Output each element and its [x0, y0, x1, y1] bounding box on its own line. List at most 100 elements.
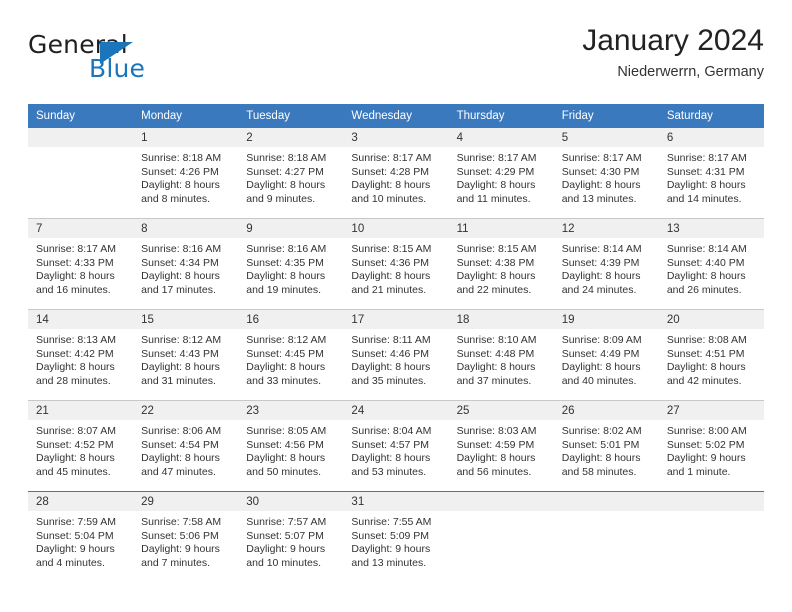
- sunset-text: Sunset: 4:39 PM: [561, 256, 640, 269]
- calendar-day-cell[interactable]: 31 Sunrise: 7:55 AM Sunset: 5:09 PM Dayligh…: [343, 492, 449, 582]
- calendar-day-cell[interactable]: 19 Sunrise: 8:09 AM Sunset: 4:49 PM Dayligh…: [553, 310, 659, 400]
- day-number: 10: [343, 219, 449, 238]
- calendar-day-cell[interactable]: 6 Sunrise: 8:17 AM Sunset: 4:31 PM Daylight…: [658, 128, 764, 218]
- daylight-text-line2: and 35 minutes.: [351, 374, 427, 387]
- calendar-header-row: Sunday Monday Tuesday Wednesday Thursday Frid…: [28, 104, 764, 128]
- calendar-day-cell[interactable]: 5 Sunrise: 8:17 AM Sunset: 4:30 PM Daylight…: [553, 128, 659, 218]
- calendar-day-cell[interactable]: 9 Sunrise: 8:16 AM Sunset: 4:35 PM Daylight…: [238, 219, 344, 309]
- day-details: Sunrise: 8:17 AM Sunset: 4:28 PM Daylight:…: [343, 147, 448, 206]
- day-details: Sunrise: 8:13 AM Sunset: 4:42 PM Daylight:…: [28, 329, 133, 388]
- sunrise-text: Sunrise: 7:55 AM: [351, 516, 432, 528]
- calendar-day-cell[interactable]: 29 Sunrise: 7:58 AM Sunset: 5:06 PM Dayligh…: [133, 492, 239, 582]
- daylight-text-line2: and 17 minutes.: [141, 283, 216, 296]
- sunset-text: Sunset: 4:34 PM: [141, 256, 219, 269]
- calendar-day-cell[interactable]: 8 Sunrise: 8:16 AM Sunset: 4:34 PM Daylight…: [133, 219, 239, 309]
- daylight-text-line2: and 26 minutes.: [666, 283, 742, 296]
- calendar-day-cell[interactable]: 1 Sunrise: 8:18 AM Sunset: 4:26 PM Daylight…: [133, 128, 239, 218]
- daylight-text-line1: Daylight: 8 hours: [246, 361, 326, 373]
- calendar-day-cell[interactable]: 13 Sunrise: 8:14 AM Sunset: 4:40 PM Dayligh…: [658, 219, 764, 309]
- daylight-text-line2: and 8 minutes.: [141, 192, 211, 205]
- calendar-day-cell[interactable]: 24 Sunrise: 8:04 AM Sunset: 4:57 PM Dayligh…: [343, 401, 449, 491]
- day-details: Sunrise: 8:12 AM Sunset: 4:45 PM Daylight:…: [238, 329, 343, 388]
- calendar-day-cell[interactable]: 14 Sunrise: 8:13 AM Sunset: 4:42 PM Dayligh…: [28, 310, 134, 400]
- daylight-text-line2: and 56 minutes.: [456, 465, 532, 478]
- calendar-day-cell[interactable]: 21 Sunrise: 8:07 AM Sunset: 4:52 PM Dayligh…: [28, 401, 134, 491]
- daylight-text-line1: Daylight: 8 hours: [456, 270, 536, 282]
- daylight-text-line1: Daylight: 8 hours: [351, 361, 431, 373]
- calendar-day-cell-empty: [28, 128, 134, 218]
- day-details: Sunrise: 8:17 AM Sunset: 4:31 PM Daylight:…: [659, 147, 764, 206]
- calendar-day-cell[interactable]: 22 Sunrise: 8:06 AM Sunset: 4:54 PM Dayligh…: [133, 401, 239, 491]
- weekday-header-wednesday: Wednesday: [343, 104, 449, 128]
- page-title: January 2024: [582, 24, 764, 57]
- sunset-text: Sunset: 5:04 PM: [36, 529, 114, 542]
- daylight-text-line1: Daylight: 8 hours: [141, 179, 220, 191]
- sunset-text: Sunset: 4:45 PM: [246, 347, 324, 360]
- daylight-text-line2: and 19 minutes.: [246, 283, 321, 296]
- day-details: Sunrise: 8:15 AM Sunset: 4:36 PM Daylight:…: [343, 238, 448, 297]
- daylight-text-line1: Daylight: 8 hours: [456, 179, 536, 191]
- day-number: 16: [238, 310, 344, 329]
- calendar-day-cell[interactable]: 2 Sunrise: 8:18 AM Sunset: 4:27 PM Daylight…: [238, 128, 344, 218]
- sunrise-text: Sunrise: 8:15 AM: [351, 243, 432, 255]
- calendar-day-cell[interactable]: 4 Sunrise: 8:17 AM Sunset: 4:29 PM Daylight…: [448, 128, 554, 218]
- sunrise-text: Sunrise: 8:14 AM: [666, 243, 747, 255]
- calendar-day-cell[interactable]: 3 Sunrise: 8:17 AM Sunset: 4:28 PM Daylight…: [343, 128, 449, 218]
- sunrise-text: Sunrise: 8:17 AM: [666, 152, 747, 164]
- sunset-text: Sunset: 4:52 PM: [36, 438, 114, 451]
- daylight-text-line1: Daylight: 9 hours: [666, 452, 746, 464]
- calendar-day-cell[interactable]: 30 Sunrise: 7:57 AM Sunset: 5:07 PM Dayligh…: [238, 492, 344, 582]
- page-header: General Blue January 2024 Niederwerrn, G…: [28, 22, 764, 94]
- day-details: Sunrise: 8:17 AM Sunset: 4:33 PM Daylight:…: [28, 238, 133, 297]
- calendar-day-cell-empty: [658, 492, 764, 582]
- calendar-day-cell[interactable]: 26 Sunrise: 8:02 AM Sunset: 5:01 PM Dayligh…: [553, 401, 659, 491]
- daylight-text-line2: and 4 minutes.: [36, 556, 105, 569]
- day-number: 23: [238, 401, 344, 420]
- calendar-day-cell[interactable]: 12 Sunrise: 8:14 AM Sunset: 4:39 PM Dayligh…: [553, 219, 659, 309]
- day-number: 3: [343, 128, 449, 147]
- calendar-day-cell[interactable]: 28 Sunrise: 7:59 AM Sunset: 5:04 PM Dayligh…: [28, 492, 134, 582]
- day-details: Sunrise: 8:04 AM Sunset: 4:57 PM Daylight:…: [343, 420, 448, 479]
- day-details: Sunrise: 8:00 AM Sunset: 5:02 PM Daylight:…: [659, 420, 764, 479]
- sunset-text: Sunset: 4:40 PM: [666, 256, 745, 269]
- weekday-header-tuesday: Tuesday: [238, 104, 344, 128]
- daylight-text-line1: Daylight: 8 hours: [351, 270, 431, 282]
- calendar-day-cell[interactable]: 27 Sunrise: 8:00 AM Sunset: 5:02 PM Dayligh…: [658, 401, 764, 491]
- day-details: Sunrise: 8:06 AM Sunset: 4:54 PM Daylight:…: [133, 420, 238, 479]
- day-number: [658, 492, 764, 511]
- day-number: 30: [238, 492, 344, 511]
- daylight-text-line2: and 58 minutes.: [561, 465, 637, 478]
- sunrise-text: Sunrise: 8:16 AM: [141, 243, 222, 255]
- calendar-day-cell[interactable]: 15 Sunrise: 8:12 AM Sunset: 4:43 PM Dayligh…: [133, 310, 239, 400]
- sunset-text: Sunset: 4:54 PM: [141, 438, 219, 451]
- daylight-text-line2: and 45 minutes.: [36, 465, 111, 478]
- daylight-text-line1: Daylight: 8 hours: [141, 270, 220, 282]
- general-blue-logo[interactable]: General Blue: [28, 30, 208, 88]
- daylight-text-line2: and 1 minute.: [666, 465, 731, 478]
- sunrise-text: Sunrise: 8:09 AM: [561, 334, 642, 346]
- calendar-day-cell[interactable]: 10 Sunrise: 8:15 AM Sunset: 4:36 PM Dayligh…: [343, 219, 449, 309]
- daylight-text-line1: Daylight: 9 hours: [36, 543, 115, 555]
- calendar-day-cell[interactable]: 23 Sunrise: 8:05 AM Sunset: 4:56 PM Dayligh…: [238, 401, 344, 491]
- calendar-day-cell[interactable]: 17 Sunrise: 8:11 AM Sunset: 4:46 PM Dayligh…: [343, 310, 449, 400]
- day-number: 4: [448, 128, 554, 147]
- day-details: Sunrise: 7:58 AM Sunset: 5:06 PM Daylight:…: [133, 511, 238, 570]
- daylight-text-line1: Daylight: 8 hours: [351, 452, 431, 464]
- day-number: 29: [133, 492, 239, 511]
- calendar-week-row: 1 Sunrise: 8:18 AM Sunset: 4:26 PM Daylight…: [28, 128, 764, 219]
- calendar-day-cell[interactable]: 16 Sunrise: 8:12 AM Sunset: 4:45 PM Dayligh…: [238, 310, 344, 400]
- calendar-day-cell[interactable]: 18 Sunrise: 8:10 AM Sunset: 4:48 PM Dayligh…: [448, 310, 554, 400]
- day-number: 13: [658, 219, 764, 238]
- day-number: [448, 492, 554, 511]
- sunset-text: Sunset: 4:26 PM: [141, 165, 219, 178]
- daylight-text-line2: and 7 minutes.: [141, 556, 211, 569]
- calendar-day-cell[interactable]: 20 Sunrise: 8:08 AM Sunset: 4:51 PM Dayligh…: [658, 310, 764, 400]
- calendar-day-cell[interactable]: 11 Sunrise: 8:15 AM Sunset: 4:38 PM Dayligh…: [448, 219, 554, 309]
- day-number: 20: [658, 310, 764, 329]
- calendar-day-cell[interactable]: 25 Sunrise: 8:03 AM Sunset: 4:59 PM Dayligh…: [448, 401, 554, 491]
- day-number: 18: [448, 310, 554, 329]
- day-number: 27: [658, 401, 764, 420]
- sunrise-text: Sunrise: 8:17 AM: [561, 152, 642, 164]
- calendar-day-cell[interactable]: 7 Sunrise: 8:17 AM Sunset: 4:33 PM Daylight…: [28, 219, 134, 309]
- day-number: 6: [658, 128, 764, 147]
